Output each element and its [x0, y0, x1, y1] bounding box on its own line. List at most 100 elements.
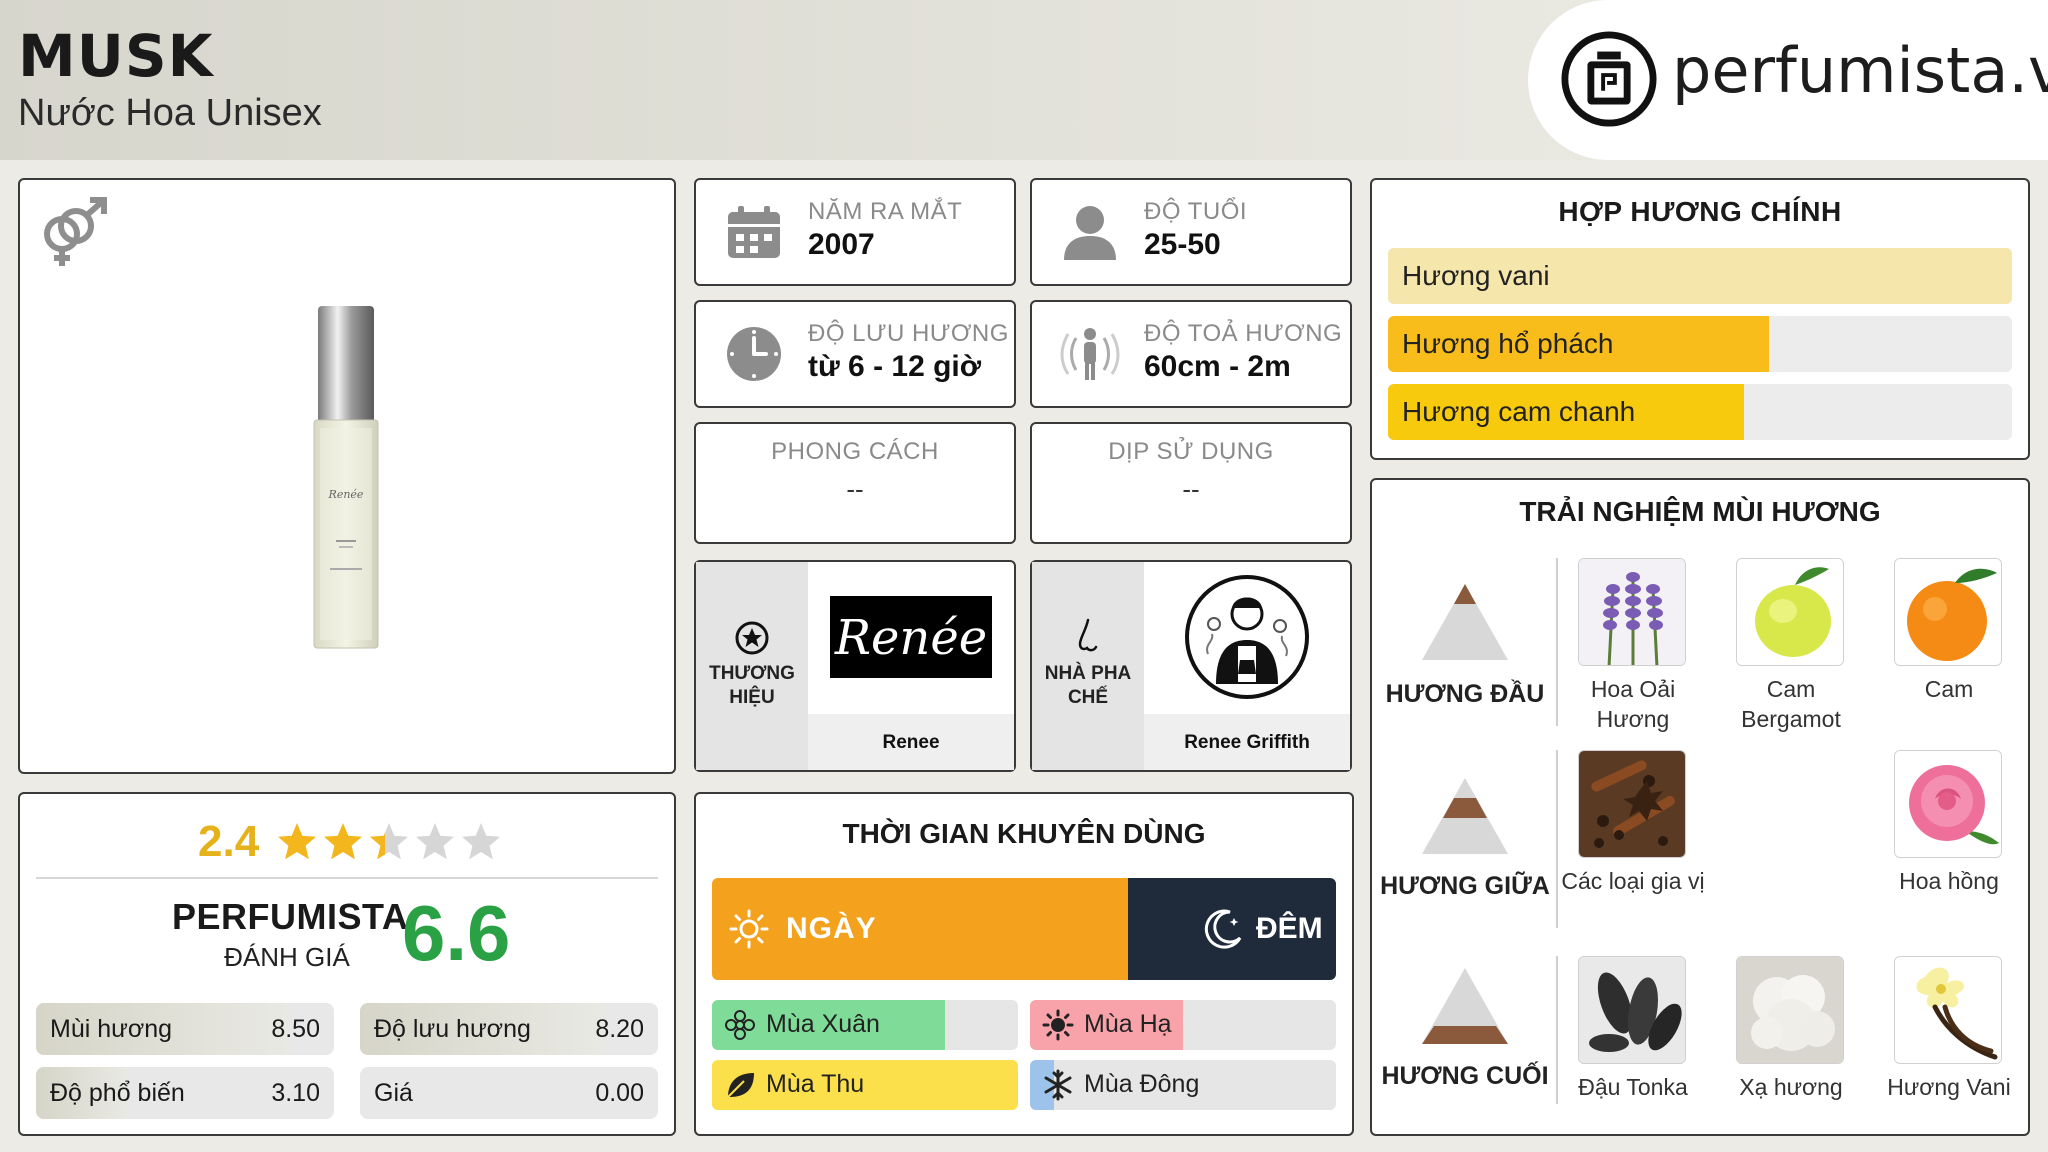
note-image-lavender[interactable] — [1578, 558, 1686, 666]
radiate-person-icon — [1060, 328, 1120, 380]
style-label: PHONG CÁCH — [771, 438, 939, 465]
accord-bar: Hương vani — [1388, 248, 2012, 304]
launch-year-value: 2007 — [808, 228, 875, 261]
day-night-bar: NGÀY ĐÊM — [712, 878, 1336, 980]
star-badge-icon — [735, 621, 769, 655]
lavender-icon — [1579, 559, 1685, 665]
note-image-tonka[interactable] — [1578, 956, 1686, 1064]
metric-value: 0.00 — [595, 1078, 644, 1107]
divider — [1556, 750, 1558, 928]
svg-text:Renée: Renée — [328, 488, 364, 501]
sillage-value: 60cm - 2m — [1144, 350, 1291, 383]
note-name: Hoa hồng — [1899, 868, 1999, 894]
nose-icon — [1078, 618, 1098, 652]
metric-price: Giá 0.00 — [360, 1067, 658, 1119]
logo-text: perfumista.vn — [1672, 34, 2048, 107]
note-name: Cam — [1924, 676, 1974, 702]
note-name: Đậu Tonka — [1578, 1074, 1688, 1100]
page-subtitle: Nước Hoa Unisex — [18, 92, 322, 134]
note-name: Xạ hương — [1739, 1074, 1843, 1100]
accord-bar: Hương hổ phách — [1388, 316, 2012, 372]
vanilla-icon — [1895, 957, 2001, 1063]
metric-label: Mùi hương — [50, 1014, 173, 1043]
longevity-value: từ 6 - 12 giờ — [808, 350, 982, 383]
occasion-value: -- — [1182, 474, 1200, 504]
occasion-label: DỊP SỬ DỤNG — [1108, 438, 1274, 465]
calendar-icon — [728, 206, 780, 258]
star-icon — [370, 823, 409, 860]
page-title: MUSK — [18, 22, 214, 90]
star-icon — [278, 823, 317, 860]
sun-icon — [729, 909, 769, 949]
cotton-musk-icon — [1737, 957, 1843, 1063]
launch-year-label: NĂM RA MẮT — [808, 198, 963, 225]
svg-text:Renée: Renée — [834, 610, 987, 666]
note-name: Các loại gia vị — [1561, 868, 1705, 894]
metric-label: Độ lưu hương — [374, 1014, 531, 1043]
season-label: Mùa Hạ — [1084, 1010, 1172, 1038]
metric-label: Độ phổ biến — [50, 1078, 185, 1107]
season-label: Mùa Xuân — [766, 1010, 880, 1038]
clock-icon — [727, 327, 781, 381]
night-label: ĐÊM — [1256, 912, 1323, 945]
note-image-musk[interactable] — [1736, 956, 1844, 1064]
orange-icon — [1895, 559, 2001, 665]
star-rating: 2.4 — [198, 812, 505, 872]
metric-scent: Mùi hương 8.50 — [36, 1003, 334, 1055]
brand-side-label: THƯƠNG HIỆU — [709, 663, 795, 708]
recommended-time-title: THỜI GIAN KHUYÊN DÙNG — [842, 818, 1206, 849]
perfumer-avatar — [1185, 575, 1309, 699]
day-label: NGÀY — [786, 912, 877, 945]
season-label: Mùa Đông — [1084, 1070, 1200, 1098]
season-summer: Mùa Hạ — [1030, 1000, 1336, 1050]
perfumer-name: Renee Griffith — [1184, 732, 1310, 753]
day-segment — [712, 878, 1128, 980]
sillage-label: ĐỘ TOẢ HƯƠNG — [1144, 320, 1343, 347]
brand-name: Renee — [882, 732, 940, 753]
middle-notes-label: HƯƠNG GIỮA — [1380, 872, 1550, 900]
metric-value: 3.10 — [271, 1078, 320, 1107]
style-value: -- — [846, 474, 864, 504]
middle-notes-pyramid-icon — [1422, 778, 1508, 854]
season-autumn: Mùa Thu — [712, 1060, 1018, 1110]
note-image-bergamot[interactable] — [1736, 558, 1844, 666]
star-rating-value: 2.4 — [198, 817, 260, 866]
person-icon — [1064, 206, 1116, 260]
stars-icon — [278, 823, 501, 860]
bergamot-icon — [1737, 559, 1843, 665]
perfumista-rating-sublabel: ĐÁNH GIÁ — [224, 942, 350, 972]
unisex-gender-icon — [44, 197, 107, 266]
note-image-rose[interactable] — [1894, 750, 2002, 858]
season-spring: Mùa Xuân — [712, 1000, 1018, 1050]
age-value: 25-50 — [1144, 228, 1221, 261]
snowflake-icon — [1044, 1069, 1072, 1101]
note-image-vanilla[interactable] — [1894, 956, 2002, 1064]
season-label: Mùa Thu — [766, 1070, 865, 1098]
main-accords-title: HỢP HƯƠNG CHÍNH — [1558, 196, 1842, 227]
metric-value: 8.20 — [595, 1014, 644, 1043]
brand-logo: Renée — [830, 596, 992, 678]
metric-popularity: Độ phổ biến 3.10 — [36, 1067, 334, 1119]
perfumista-score: 6.6 — [402, 889, 511, 977]
metric-value: 8.50 — [271, 1014, 320, 1043]
accord-label: Hương vani — [1402, 260, 1550, 291]
longevity-label: ĐỘ LƯU HƯƠNG — [808, 320, 1009, 347]
note-name: Hoa Oải Hương — [1590, 676, 1676, 732]
star-icon — [416, 823, 455, 860]
note-image-spices[interactable] — [1578, 750, 1686, 858]
note-name: Hương Vani — [1887, 1074, 2011, 1100]
metric-label: Giá — [374, 1078, 413, 1107]
star-icon — [324, 823, 363, 860]
metric-longevity: Độ lưu hương 8.20 — [360, 1003, 658, 1055]
note-image-orange[interactable] — [1894, 558, 2002, 666]
season-winter: Mùa Đông — [1030, 1060, 1336, 1110]
spices-icon — [1579, 751, 1685, 857]
accord-bar: Hương cam chanh — [1388, 384, 2012, 440]
base-notes-pyramid-icon — [1422, 968, 1508, 1044]
rose-icon — [1895, 751, 2001, 857]
flower-icon — [725, 1010, 755, 1040]
base-notes-label: HƯƠNG CUỐI — [1381, 1062, 1549, 1090]
top-notes-pyramid-icon — [1422, 584, 1508, 660]
star-icon — [462, 823, 501, 860]
tonka-bean-icon — [1579, 957, 1685, 1063]
